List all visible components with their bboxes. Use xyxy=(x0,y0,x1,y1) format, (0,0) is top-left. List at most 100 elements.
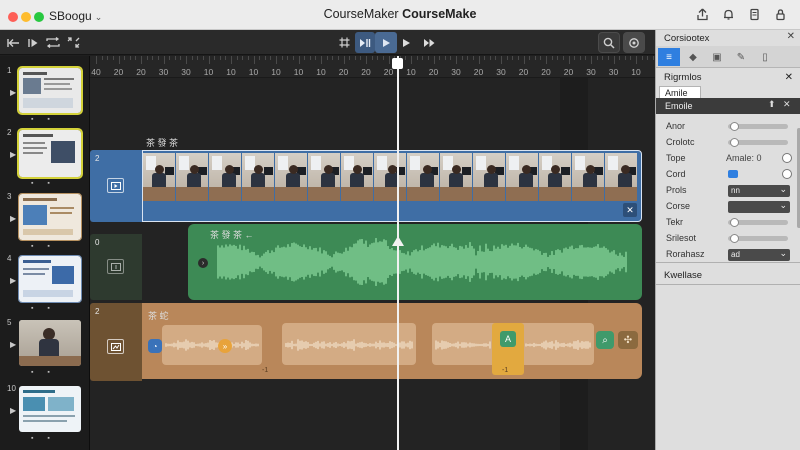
ruler-tick xyxy=(349,56,351,60)
audio-handle-icon[interactable]: › xyxy=(198,258,208,268)
property-row: Cord xyxy=(656,167,800,182)
ruler-tick xyxy=(366,56,367,64)
audio-clip[interactable] xyxy=(188,224,642,300)
frame-icon[interactable] xyxy=(335,32,353,53)
search-icon[interactable] xyxy=(598,32,620,53)
playhead[interactable] xyxy=(397,56,399,450)
bookmark-tab-icon[interactable]: ◆ xyxy=(682,48,704,66)
slider-knob[interactable] xyxy=(730,234,739,243)
slide-thumbnail[interactable] xyxy=(19,320,81,366)
audio-track-header[interactable]: 0 xyxy=(90,234,142,300)
arrow-up-icon[interactable]: ⬆ xyxy=(768,99,776,110)
close-icon[interactable]: ✕ xyxy=(623,203,637,217)
slide-thumbnail[interactable] xyxy=(18,255,82,303)
stop-icon[interactable] xyxy=(375,32,397,53)
ruler-tick xyxy=(636,56,637,64)
slider-knob[interactable] xyxy=(730,138,739,147)
phone-tab-icon[interactable]: ▯ xyxy=(754,48,776,66)
property-label: Prols xyxy=(666,185,687,195)
section-header[interactable]: Rigrmlos ✕ xyxy=(656,70,800,85)
slide-item[interactable]: 4 ▶ ▪ ▪ xyxy=(1,254,89,314)
property-dropdown[interactable]: ⌄ xyxy=(728,200,790,213)
property-dropdown[interactable]: ad ⌄ xyxy=(728,248,790,261)
ruler-tick xyxy=(326,56,328,60)
ruler-tick xyxy=(540,56,542,60)
play-icon[interactable]: ▶ xyxy=(10,406,16,415)
property-slider[interactable] xyxy=(728,218,788,227)
bell-icon[interactable] xyxy=(718,4,738,24)
upload-icon[interactable] xyxy=(692,4,712,24)
branch-marker-icon[interactable]: A xyxy=(500,331,516,347)
play-icon[interactable]: ▶ xyxy=(10,276,16,285)
ruler-tick xyxy=(562,56,564,60)
video-clip[interactable]: ✕ xyxy=(142,150,642,222)
slide-item[interactable]: 5 ▶ ▪ ▪ xyxy=(1,318,89,378)
hotspot-marker-icon[interactable]: » xyxy=(218,339,232,353)
slider-knob[interactable] xyxy=(730,218,739,227)
property-dropdown[interactable]: nn ⌄ xyxy=(728,184,790,197)
play-icon[interactable]: ▶ xyxy=(10,340,16,349)
play-pause-icon[interactable] xyxy=(355,32,375,53)
ruler-tick-label: 20 xyxy=(428,67,439,77)
lock-icon[interactable] xyxy=(770,4,790,24)
play-icon[interactable]: ▶ xyxy=(10,214,16,223)
ruler-tick xyxy=(411,56,412,64)
slide-thumbnail[interactable] xyxy=(17,128,83,179)
section-header[interactable]: Kwellase xyxy=(656,268,800,283)
close-icon[interactable]: ✕ xyxy=(787,31,795,42)
video-track-icon xyxy=(107,178,124,193)
playhead-handle[interactable] xyxy=(392,58,403,69)
ruler-tick-label: 10 xyxy=(293,67,304,77)
property-group-header[interactable]: Emoile ⬆ ✕ xyxy=(656,98,800,114)
image-tab-icon[interactable]: ▣ xyxy=(706,48,728,66)
slide-item[interactable]: 3 ▶ ▪ ▪ xyxy=(1,192,89,252)
ruler-tick xyxy=(495,56,497,60)
target-icon[interactable] xyxy=(623,32,645,53)
ruler-tick-label: 10 xyxy=(271,67,281,77)
timeline-ruler[interactable]: 40 20 20 30 30 10 10 10 10 10 10 20 20 20 10 20 30 20 30 20… xyxy=(90,56,655,78)
brush-tab-icon[interactable]: ✎ xyxy=(730,48,752,66)
clock-icon[interactable] xyxy=(782,153,792,163)
search-marker-icon[interactable]: ⌕ xyxy=(596,331,614,349)
play-icon[interactable]: ▶ xyxy=(10,150,16,159)
slide-item[interactable]: 2 ▶ ▪ ▪ xyxy=(1,128,89,188)
play-icon[interactable]: ▶ xyxy=(10,88,16,97)
ruler-tick xyxy=(309,56,311,60)
slide-thumbnail[interactable] xyxy=(19,386,81,432)
loop-icon[interactable] xyxy=(44,33,62,52)
interaction-clip[interactable]: ◔ » A ⌕ ✣ -1 -1 xyxy=(142,303,642,379)
ruler-tick xyxy=(214,56,216,60)
property-toggle[interactable] xyxy=(728,170,738,178)
property-slider[interactable] xyxy=(728,138,788,147)
slide-item[interactable]: 1 ▶ ▪ ▪ xyxy=(1,66,89,126)
list-tab-icon[interactable]: ≡ xyxy=(658,48,680,66)
fast-forward-icon[interactable] xyxy=(418,33,440,52)
play-icon[interactable] xyxy=(396,33,416,52)
interaction-track-header[interactable]: 2 xyxy=(90,303,142,381)
video-frame xyxy=(572,153,604,201)
video-track: 2 ✕ 茶 發 茶 xyxy=(90,138,655,222)
close-icon[interactable]: ✕ xyxy=(785,70,793,85)
ruler-tick xyxy=(489,56,491,60)
document-icon[interactable] xyxy=(744,4,764,24)
quiz-marker-icon[interactable]: ◔ xyxy=(148,339,162,353)
slider-knob[interactable] xyxy=(730,122,739,131)
property-slider[interactable] xyxy=(728,122,788,131)
video-frame xyxy=(176,153,208,201)
step-forward-icon[interactable] xyxy=(24,33,42,52)
back-to-start-icon[interactable] xyxy=(4,33,22,52)
property-slider[interactable] xyxy=(728,234,788,243)
close-icon[interactable]: ✕ xyxy=(783,99,791,110)
shortcut-marker-icon[interactable]: ✣ xyxy=(618,331,638,349)
video-track-header[interactable]: 2 xyxy=(90,150,142,222)
slides-panel: 1 ▶ ▪ ▪ 2 ▶ ▪ ▪ 3 ▶ ▪ ▪ 4 ▶ ▪ ▪ 5 ▶ ▪ ▪ … xyxy=(0,56,90,450)
slide-thumbnail[interactable] xyxy=(18,193,82,241)
fullscreen-icon[interactable] xyxy=(64,33,82,52)
slide-item[interactable]: 10 ▶ ▪ ▪ xyxy=(1,384,89,444)
video-frame xyxy=(143,153,175,201)
timeline[interactable]: 40 20 20 30 30 10 10 10 10 10 10 20 20 20 10 20 30 20 30 20… xyxy=(90,56,655,450)
slide-thumbnail[interactable] xyxy=(17,66,83,115)
ruler-tick-label: 20 xyxy=(338,67,349,77)
dropdown-value: nn xyxy=(731,186,740,195)
clock-icon[interactable] xyxy=(782,169,792,179)
